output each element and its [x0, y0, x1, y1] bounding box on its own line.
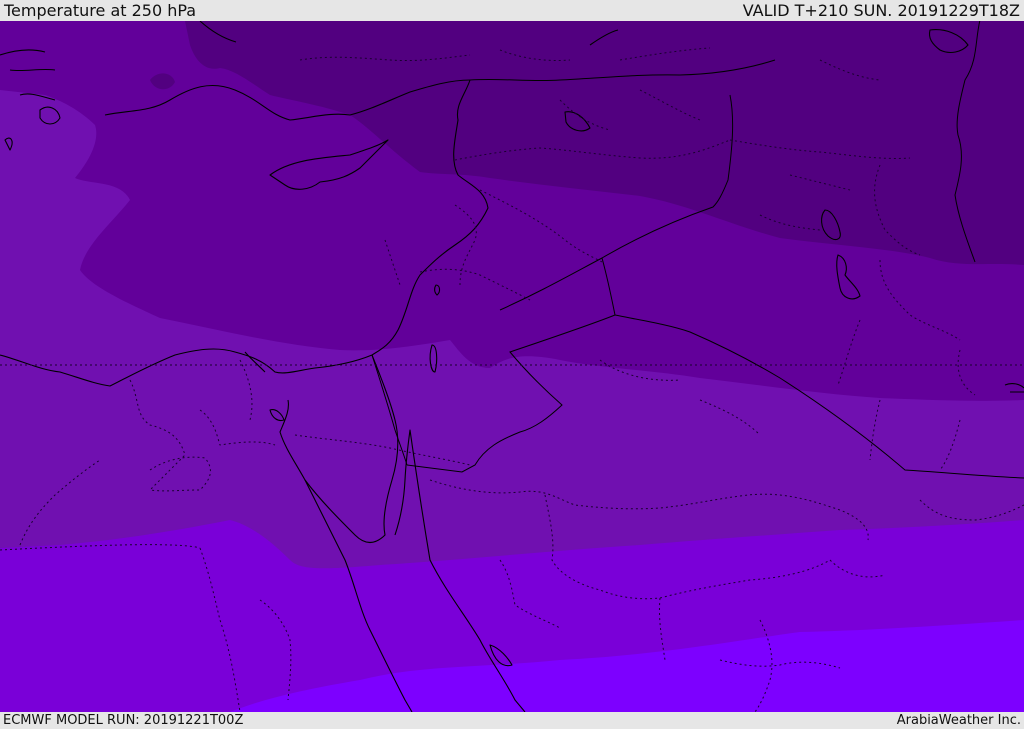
credit: ArabiaWeather Inc. [896, 713, 1021, 728]
header-bar: Temperature at 250 hPa VALID T+210 SUN. … [0, 0, 1024, 21]
map-title: Temperature at 250 hPa [4, 1, 197, 20]
temperature-map[interactable] [0, 21, 1024, 712]
valid-time: VALID T+210 SUN. 20191229T18Z [742, 1, 1020, 20]
model-run: ECMWF MODEL RUN: 20191221T00Z [3, 713, 244, 728]
footer-bar: ECMWF MODEL RUN: 20191221T00Z ArabiaWeat… [0, 712, 1024, 729]
